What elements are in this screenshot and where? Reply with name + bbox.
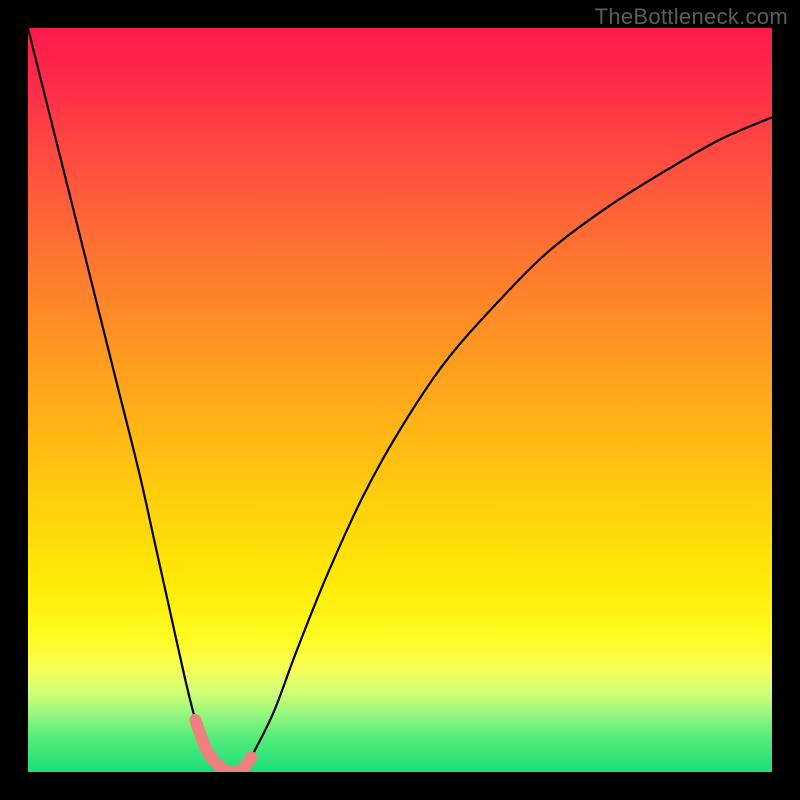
watermark-text: TheBottleneck.com <box>595 4 788 30</box>
curve-path <box>28 28 772 772</box>
plot-area <box>28 28 772 772</box>
trough-marker <box>195 720 251 772</box>
bottleneck-curve <box>28 28 772 772</box>
chart-frame: TheBottleneck.com <box>0 0 800 800</box>
